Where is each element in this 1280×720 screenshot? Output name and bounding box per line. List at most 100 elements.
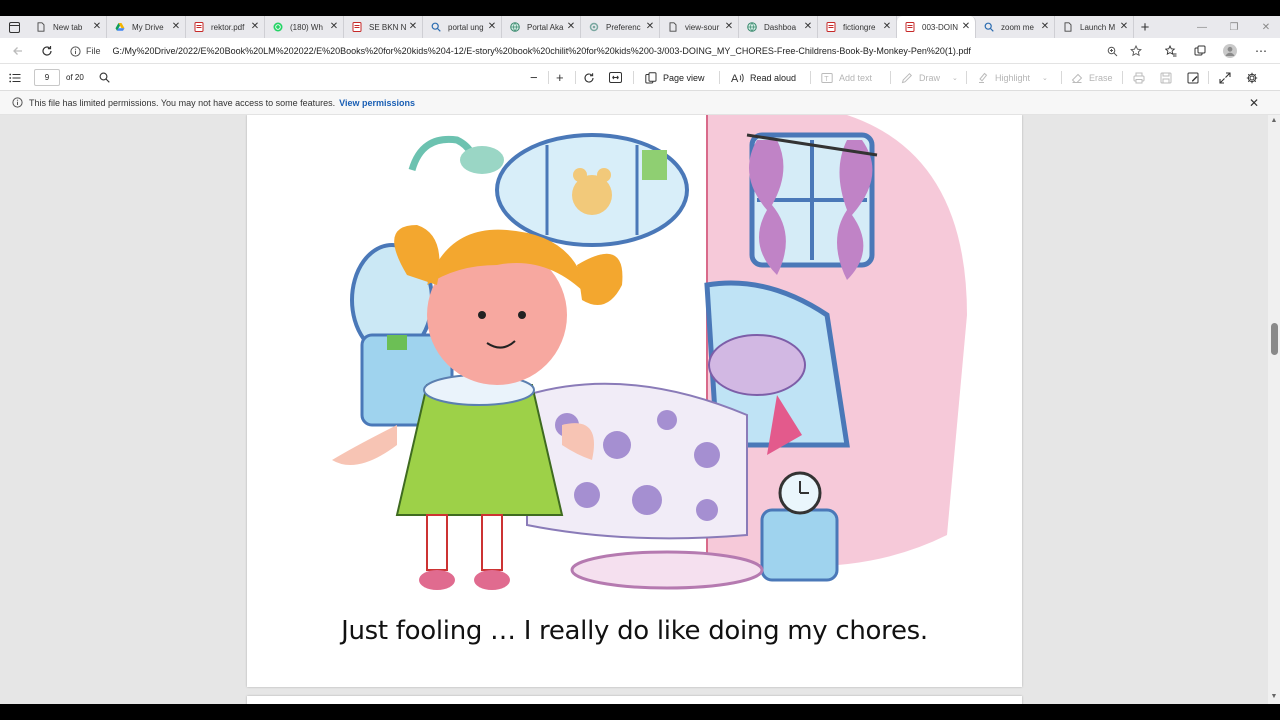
collections-button[interactable] bbox=[1191, 42, 1209, 60]
view-permissions-link[interactable]: View permissions bbox=[339, 98, 415, 108]
page-icon bbox=[36, 22, 46, 32]
tab-13[interactable]: Launch M ✕ bbox=[1055, 16, 1134, 38]
fit-page-icon bbox=[609, 72, 622, 83]
drive-icon bbox=[115, 22, 125, 32]
add-text-label: Add text bbox=[839, 72, 873, 83]
tab-6[interactable]: Portal Aka ✕ bbox=[502, 16, 581, 38]
save-button[interactable] bbox=[1160, 64, 1172, 91]
divider bbox=[890, 71, 891, 84]
svg-text:T: T bbox=[824, 75, 829, 82]
page-number-input[interactable]: 9 bbox=[34, 69, 60, 86]
tab-actions-icon bbox=[8, 21, 20, 33]
tab-close-icon[interactable]: ✕ bbox=[329, 22, 339, 32]
draw-button[interactable]: Draw ⌄ bbox=[901, 64, 958, 91]
tab-8[interactable]: view-sour ✕ bbox=[660, 16, 739, 38]
tab-7[interactable]: Preferenc ✕ bbox=[581, 16, 660, 38]
search-icon bbox=[984, 22, 994, 32]
tab-close-icon[interactable]: ✕ bbox=[882, 22, 892, 32]
tab-12[interactable]: zoom me ✕ bbox=[976, 16, 1055, 38]
read-aloud-icon: A bbox=[731, 73, 744, 84]
new-tab-button[interactable]: + bbox=[1134, 16, 1156, 38]
scroll-up-arrow-icon[interactable]: ▲ bbox=[1270, 117, 1278, 125]
page-view-button[interactable]: Page view bbox=[645, 64, 705, 91]
divider bbox=[1061, 71, 1062, 84]
tab-label: portal ung bbox=[448, 22, 484, 32]
tab-close-icon[interactable]: ✕ bbox=[487, 22, 497, 32]
tab-list: New tab ✕ My Drive ✕ rektor.pdf ✕ (180) Wh ✕ SE … bbox=[28, 16, 1134, 38]
zoom-in-button[interactable]: + bbox=[556, 64, 564, 91]
close-icon: ✕ bbox=[1249, 95, 1260, 110]
tab-label: Launch M bbox=[1080, 22, 1116, 32]
back-arrow-icon bbox=[13, 47, 22, 55]
settings-more-button[interactable]: ⋯ bbox=[1252, 42, 1270, 60]
tab-close-icon[interactable]: ✕ bbox=[408, 22, 418, 32]
tab-1[interactable]: My Drive ✕ bbox=[107, 16, 186, 38]
highlight-icon bbox=[979, 72, 988, 83]
profile-button[interactable] bbox=[1221, 42, 1239, 60]
zoom-icon bbox=[1107, 46, 1117, 56]
pdf-settings-button[interactable] bbox=[1246, 64, 1258, 91]
tab-close-icon[interactable]: ✕ bbox=[803, 22, 813, 32]
chevron-down-icon: ⌄ bbox=[952, 74, 958, 82]
tab-actions-button[interactable] bbox=[0, 16, 28, 38]
tab-close-icon[interactable]: ✕ bbox=[724, 22, 734, 32]
tab-10[interactable]: fictiongre ✕ bbox=[818, 16, 897, 38]
print-button[interactable] bbox=[1133, 64, 1145, 91]
close-bar-button[interactable]: ✕ bbox=[1249, 96, 1259, 110]
eraser-icon bbox=[1071, 73, 1083, 83]
minimize-button[interactable]: — bbox=[1186, 16, 1218, 38]
tab-close-icon[interactable]: ✕ bbox=[171, 22, 181, 32]
divider bbox=[719, 71, 720, 84]
rotate-icon bbox=[584, 72, 594, 83]
scroll-down-arrow-icon[interactable]: ▼ bbox=[1270, 693, 1278, 701]
omnibox[interactable]: File G:/My%20Drive/2022/E%20Book%20LM%20… bbox=[70, 41, 1150, 61]
fullscreen-button[interactable] bbox=[1219, 64, 1231, 91]
tab-close-icon[interactable]: ✕ bbox=[1119, 22, 1129, 32]
globe-icon bbox=[510, 22, 520, 32]
tab-5[interactable]: portal ung ✕ bbox=[423, 16, 502, 38]
read-aloud-button[interactable]: A Read aloud bbox=[731, 64, 796, 91]
tab-label: Dashboa bbox=[764, 22, 797, 32]
tab-3[interactable]: (180) Wh ✕ bbox=[265, 16, 344, 38]
tab-close-icon[interactable]: ✕ bbox=[1040, 22, 1050, 32]
contents-button[interactable] bbox=[9, 64, 21, 91]
fit-page-button[interactable] bbox=[609, 64, 622, 91]
highlight-button[interactable]: Highlight ⌄ bbox=[977, 64, 1048, 91]
add-text-button[interactable]: T Add text bbox=[821, 64, 872, 91]
save-as-button[interactable] bbox=[1187, 64, 1199, 91]
zoom-out-button[interactable]: − bbox=[530, 64, 538, 91]
tab-close-icon[interactable]: ✕ bbox=[250, 22, 260, 32]
tab-0[interactable]: New tab ✕ bbox=[28, 16, 107, 38]
favorites-button[interactable] bbox=[1162, 42, 1180, 60]
erase-button[interactable]: Erase bbox=[1071, 64, 1113, 91]
add-favorite-button[interactable] bbox=[1127, 42, 1145, 60]
vertical-scrollbar[interactable]: ▲ ▼ bbox=[1268, 115, 1280, 704]
zoom-button[interactable] bbox=[1103, 42, 1121, 60]
search-icon bbox=[99, 72, 110, 83]
find-button[interactable] bbox=[99, 64, 110, 91]
tab-4[interactable]: SE BKN N ✕ bbox=[344, 16, 423, 38]
tab-close-icon[interactable]: ✕ bbox=[566, 22, 576, 32]
pdf-icon bbox=[826, 22, 836, 32]
tab-9[interactable]: Dashboa ✕ bbox=[739, 16, 818, 38]
plus-icon: + bbox=[556, 70, 564, 85]
highlight-label: Highlight bbox=[995, 72, 1031, 83]
tab-close-icon[interactable]: ✕ bbox=[92, 22, 102, 32]
close-window-button[interactable]: ✕ bbox=[1250, 16, 1280, 38]
tab-11[interactable]: 003-DOIN ✕ bbox=[897, 16, 976, 38]
tab-label: zoom me bbox=[1001, 22, 1034, 32]
scrollbar-thumb[interactable] bbox=[1271, 323, 1278, 355]
back-button[interactable] bbox=[9, 42, 27, 60]
tab-2[interactable]: rektor.pdf ✕ bbox=[186, 16, 265, 38]
page-view-icon bbox=[645, 71, 657, 83]
shelf-illustration bbox=[495, 133, 689, 247]
tab-label: view-sour bbox=[685, 22, 720, 32]
tab-label: fictiongre bbox=[843, 22, 876, 32]
rotate-button[interactable] bbox=[583, 64, 595, 91]
tab-close-icon[interactable]: ✕ bbox=[645, 22, 655, 32]
tab-close-icon[interactable]: ✕ bbox=[961, 22, 971, 32]
draw-label: Draw bbox=[919, 72, 941, 83]
maximize-button[interactable]: ❐ bbox=[1218, 16, 1250, 38]
page-caption: Just fooling … I really do like doing my… bbox=[341, 616, 928, 646]
refresh-button[interactable] bbox=[38, 42, 56, 60]
